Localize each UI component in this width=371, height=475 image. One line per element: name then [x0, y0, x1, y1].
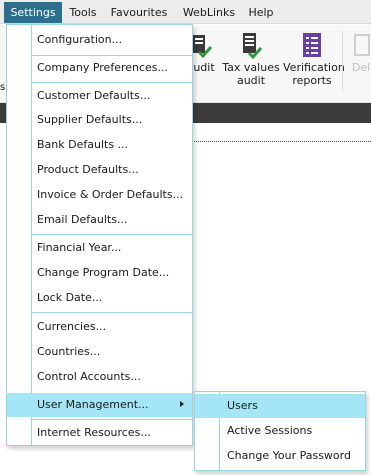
menu-item-company-preferences[interactable]: Company Preferences...: [7, 57, 192, 79]
tax-values-audit-label-line2: audit: [236, 74, 266, 87]
menubar: Settings Tools Favourites WebLinks Help: [0, 0, 371, 24]
tax-audit-icon: [243, 33, 262, 59]
settings-dropdown-menu: Configuration... Company Preferences... …: [6, 24, 193, 446]
menu-separator: [32, 312, 192, 313]
audit-button-label: udit: [193, 61, 215, 74]
menu-item-product-defaults[interactable]: Product Defaults...: [7, 159, 192, 181]
menu-help[interactable]: Help: [244, 2, 278, 23]
menu-separator: [32, 82, 192, 83]
ribbon-separator: [342, 31, 343, 91]
dotted-divider: [190, 141, 371, 142]
menu-tools[interactable]: Tools: [64, 2, 102, 23]
submenu-arrow-icon: [180, 401, 184, 407]
delete-button[interactable]: Del: [351, 33, 371, 74]
delete-button-label: Del: [351, 61, 371, 74]
user-management-submenu: Users Active Sessions Change Your Passwo…: [194, 391, 366, 471]
menu-item-email-defaults[interactable]: Email Defaults...: [7, 209, 192, 231]
verification-reports-label-line2: reports: [292, 74, 332, 87]
menu-weblinks[interactable]: WebLinks: [178, 2, 240, 23]
verification-reports-icon: [303, 33, 321, 57]
menu-separator: [32, 55, 192, 56]
submenu-item-active-sessions[interactable]: Active Sessions: [195, 419, 365, 443]
tax-values-audit-button[interactable]: Tax values audit: [222, 33, 280, 87]
menu-item-control-accounts[interactable]: Control Accounts...: [7, 366, 192, 388]
menu-separator: [32, 234, 192, 235]
menu-favourites[interactable]: Favourites: [107, 2, 171, 23]
verification-reports-button[interactable]: Verification reports: [283, 33, 345, 87]
menu-item-internet-resources[interactable]: Internet Resources...: [7, 422, 192, 444]
delete-icon: [354, 34, 370, 56]
menu-item-user-management-label: User Management...: [37, 398, 149, 411]
menu-item-bank-defaults[interactable]: Bank Defaults ...: [7, 134, 192, 156]
tax-values-audit-label-line1: Tax values: [222, 61, 280, 74]
menu-item-countries[interactable]: Countries...: [7, 341, 192, 363]
menu-item-user-management[interactable]: User Management...: [7, 393, 192, 417]
submenu-item-users[interactable]: Users: [195, 394, 365, 418]
ribbon-left-edge-label: s: [0, 82, 6, 93]
submenu-item-change-password[interactable]: Change Your Password: [195, 444, 365, 468]
menu-item-supplier-defaults[interactable]: Supplier Defaults...: [7, 109, 192, 131]
menu-separator: [32, 419, 192, 420]
menu-item-financial-year[interactable]: Financial Year...: [7, 237, 192, 259]
menu-item-currencies[interactable]: Currencies...: [7, 316, 192, 338]
audit-button[interactable]: udit: [190, 33, 218, 74]
menu-settings[interactable]: Settings: [4, 2, 62, 23]
verification-reports-label-line1: Verification: [283, 61, 345, 74]
menu-item-invoice-order-defaults[interactable]: Invoice & Order Defaults...: [7, 184, 192, 206]
audit-icon: [193, 35, 213, 59]
menu-item-lock-date[interactable]: Lock Date...: [7, 287, 192, 309]
menu-item-change-program-date[interactable]: Change Program Date...: [7, 262, 192, 284]
menu-item-configuration[interactable]: Configuration...: [7, 29, 192, 51]
menu-item-customer-defaults[interactable]: Customer Defaults...: [7, 85, 192, 107]
